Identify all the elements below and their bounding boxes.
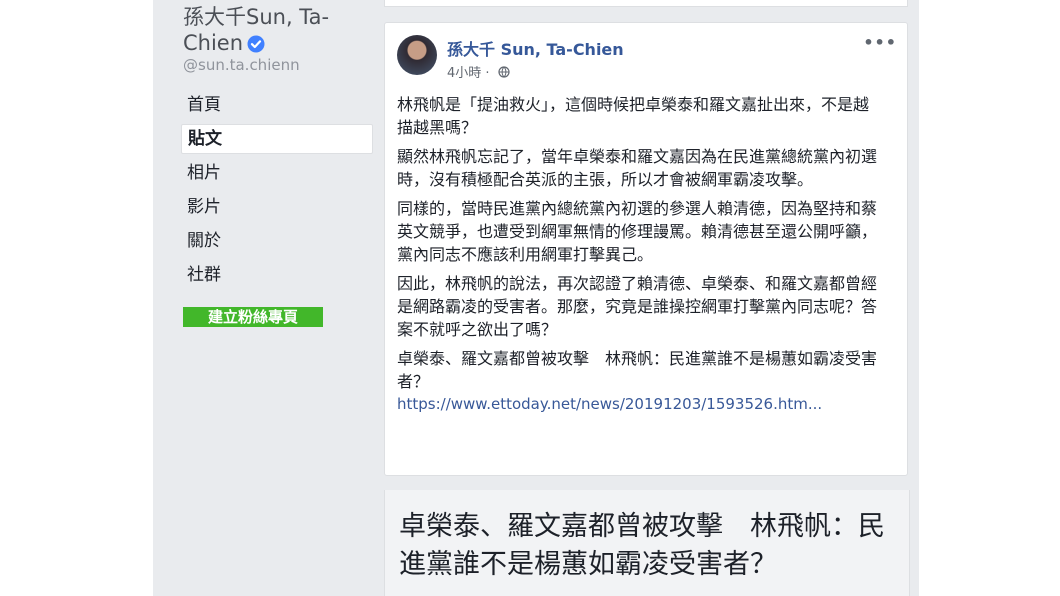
globe-icon[interactable] [498,66,510,82]
nav-item-home[interactable]: 首頁 [181,90,373,120]
nav-item-community[interactable]: 社群 [181,260,373,290]
author-avatar[interactable] [397,35,437,75]
previous-post-card [384,0,908,7]
post-author-name[interactable]: 孫大千 Sun, Ta-Chien [447,36,624,60]
nav-item-photos[interactable]: 相片 [181,158,373,188]
create-page-button[interactable]: 建立粉絲專頁 [183,307,323,327]
post-card: 孫大千 Sun, Ta-Chien 4小時 · ••• 林飛帆是「提油救火」，這… [384,22,908,476]
post-paragraph: 同樣的，當時民進黨內總統黨內初選的參選人賴清德，因為堅持和蔡英文競爭，也遭受到網… [397,199,878,264]
link-preview-card[interactable]: 卓榮泰、羅文嘉都曾被攻擊 林飛帆：民進黨誰不是楊蕙如霸凌受害者？ [384,490,910,596]
post-paragraph: 林飛帆是「提油救火」，這個時候把卓榮泰和羅文嘉扯出來，不是越描越黑嗎？ [397,95,870,137]
nav-item-videos[interactable]: 影片 [181,192,373,222]
more-options-icon[interactable]: ••• [863,33,897,52]
post-paragraph: 顯然林飛帆忘記了，當年卓榮泰和羅文嘉因為在民進黨總統黨內初選時，沒有積極配合英派… [397,147,878,189]
facebook-page: 孫大千Sun, Ta-Chien @sun.ta.chienn 首頁 貼文 相片… [153,0,919,596]
post-meta: 4小時 · [447,62,510,82]
profile-nav: 首頁 貼文 相片 影片 關於 社群 [181,90,373,294]
profile-name[interactable]: 孫大千Sun, Ta-Chien [183,4,373,59]
profile-handle[interactable]: @sun.ta.chienn [183,56,300,74]
post-link[interactable]: https://www.ettoday.net/news/20191203/15… [397,393,867,416]
post-body: 林飛帆是「提油救火」，這個時候把卓榮泰和羅文嘉扯出來，不是越描越黑嗎？ 顯然林飛… [397,93,882,416]
post-paragraph: 卓榮泰、羅文嘉都曾被攻擊 林飛帆：民進黨誰不是楊蕙如霸凌受害者？ [397,349,878,391]
nav-item-posts[interactable]: 貼文 [181,124,373,154]
nav-item-about[interactable]: 關於 [181,226,373,256]
meta-separator: · [481,66,494,81]
link-preview-title[interactable]: 卓榮泰、羅文嘉都曾被攻擊 林飛帆：民進黨誰不是楊蕙如霸凌受害者？ [399,508,899,584]
post-timestamp[interactable]: 4小時 [447,66,481,81]
post-paragraph: 因此，林飛帆的說法，再次認證了賴清德、卓榮泰、和羅文嘉都曾經是網路霸凌的受害者。… [397,274,878,339]
